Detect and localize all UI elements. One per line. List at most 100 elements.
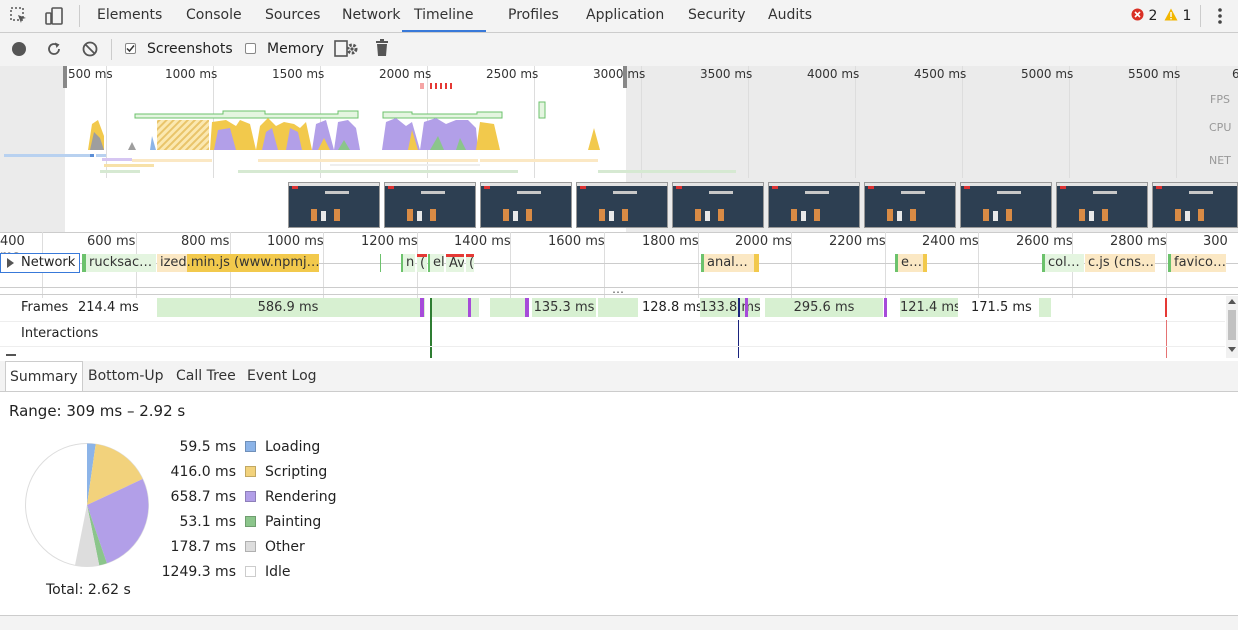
network-request[interactable]: rucksac…: [82, 254, 156, 272]
warning-icon: [1164, 8, 1178, 21]
trash-icon[interactable]: [375, 39, 389, 57]
tab-application[interactable]: Application: [586, 0, 664, 31]
network-request[interactable]: col…: [1042, 254, 1084, 272]
tab-summary[interactable]: Summary: [5, 361, 83, 391]
detail-tick: 800 ms: [181, 234, 230, 249]
frame-duration[interactable]: 214.4 ms: [78, 300, 139, 315]
expand-triangle-icon[interactable]: [7, 258, 14, 268]
tab-elements[interactable]: Elements: [97, 0, 162, 31]
screenshot-thumbnail[interactable]: [960, 182, 1052, 228]
screenshots-label: Screenshots: [147, 41, 233, 57]
frame-bar[interactable]: 135.3 ms: [532, 298, 596, 317]
frame-duration[interactable]: 171.5 ms: [971, 300, 1032, 315]
legend-swatch: [245, 441, 256, 452]
frame-bar[interactable]: 586.9 ms: [157, 298, 419, 317]
frame-bar[interactable]: 121.4 ms: [900, 298, 958, 317]
network-request[interactable]: n: [401, 254, 415, 272]
screenshots-checkbox[interactable]: [125, 43, 136, 54]
legend-row-rendering: 658.7 ms Rendering: [170, 489, 337, 505]
legend-swatch: [245, 491, 256, 502]
screenshot-thumbnail[interactable]: [1056, 182, 1148, 228]
detail-tick: 2000 ms: [735, 234, 792, 249]
detail-tick: 300: [1203, 234, 1228, 249]
tab-timeline[interactable]: Timeline: [402, 0, 486, 32]
detail-tick: 1800 ms: [642, 234, 699, 249]
screenshot-thumbnail[interactable]: [672, 182, 764, 228]
screenshot-thumbnail[interactable]: [384, 182, 476, 228]
warning-count[interactable]: 1: [1164, 7, 1191, 25]
screenshot-thumbnail[interactable]: [768, 182, 860, 228]
summary-total: Total: 2.62 s: [46, 582, 131, 598]
tab-event-log[interactable]: Event Log: [247, 361, 317, 391]
legend-row-painting: 53.1 ms Painting: [179, 514, 322, 530]
screenshot-thumbnail[interactable]: [864, 182, 956, 228]
tab-network[interactable]: Network: [342, 0, 400, 31]
network-request[interactable]: (: [417, 254, 427, 272]
tab-audits[interactable]: Audits: [768, 0, 812, 31]
screenshot-thumbnail[interactable]: [288, 182, 380, 228]
error-count[interactable]: 2: [1131, 7, 1157, 25]
screenshot-thumbnail[interactable]: [480, 182, 572, 228]
legend-row-loading: 59.5 ms Loading: [179, 439, 321, 455]
tab-bottom-up[interactable]: Bottom-Up: [88, 361, 164, 391]
screenshot-thumbnail[interactable]: [576, 182, 668, 228]
network-request[interactable]: favico…: [1168, 254, 1226, 272]
inspect-element-icon[interactable]: [10, 7, 28, 25]
legend-row-scripting: 416.0 ms Scripting: [170, 464, 328, 480]
tab-call-tree[interactable]: Call Tree: [176, 361, 236, 391]
network-request[interactable]: anal…: [701, 254, 759, 272]
tab-security[interactable]: Security: [688, 0, 746, 31]
frame-bar[interactable]: 295.6 ms: [765, 298, 883, 317]
summary-pie-chart: [25, 443, 149, 567]
memory-label: Memory: [267, 41, 324, 57]
detail-tick: 1200 ms: [361, 234, 418, 249]
detail-tick: 1000 ms: [267, 234, 324, 249]
tab-sources[interactable]: Sources: [265, 0, 320, 31]
bottom-status-bar: [0, 615, 1238, 630]
error-icon: [1131, 8, 1144, 21]
legend-swatch: [245, 516, 256, 527]
network-request[interactable]: Av: [446, 254, 464, 272]
timeline-overview[interactable]: 500 ms 1000 ms 1500 ms 2000 ms 2500 ms 3…: [0, 66, 1238, 232]
overview-activity-graph: [4, 83, 736, 173]
tab-profiles[interactable]: Profiles: [508, 0, 559, 31]
scroll-up-icon[interactable]: [1228, 299, 1236, 304]
detail-tick: 600 ms: [87, 234, 136, 249]
scroll-thumb[interactable]: [1228, 310, 1236, 340]
detail-tick: 2400 ms: [922, 234, 979, 249]
frame-duration[interactable]: 128.8 ms: [642, 300, 703, 315]
record-icon[interactable]: [12, 42, 26, 56]
network-track-label: Network: [21, 255, 76, 270]
timeline-toolbar: Screenshots Memory: [0, 33, 1238, 67]
network-request[interactable]: el: [428, 254, 444, 272]
capture-settings-icon[interactable]: [334, 39, 360, 59]
clear-icon[interactable]: [82, 41, 98, 57]
scroll-down-icon[interactable]: [1228, 347, 1236, 352]
detail-scrollbar[interactable]: [1226, 296, 1238, 358]
network-request[interactable]: c.js (cns…: [1085, 254, 1155, 272]
tab-console[interactable]: Console: [186, 0, 242, 31]
detail-tick: 1600 ms: [548, 234, 605, 249]
network-request[interactable]: (: [466, 254, 474, 272]
detail-tick: 1400 ms: [454, 234, 511, 249]
detail-tick: 2600 ms: [1016, 234, 1073, 249]
network-track-header[interactable]: Network: [0, 253, 80, 273]
network-request[interactable]: ized.min.js (www.npmj…: [157, 254, 319, 272]
screenshot-thumbnail[interactable]: [1152, 182, 1238, 228]
legend-row-other: 178.7 ms Other: [170, 539, 305, 555]
timeline-detail[interactable]: 400 ms 600 ms 800 ms 1000 ms 1200 ms 140…: [0, 232, 1238, 357]
legend-swatch: [245, 466, 256, 477]
device-toolbar-icon[interactable]: [44, 6, 64, 26]
devtools-tab-bar: Elements Console Sources Network Timelin…: [0, 0, 1238, 33]
more-options-icon[interactable]: [1216, 7, 1224, 25]
summary-range: Range: 309 ms – 2.92 s: [9, 402, 186, 420]
reload-icon[interactable]: [46, 41, 62, 57]
frames-track-label: Frames: [21, 300, 69, 315]
memory-checkbox[interactable]: [245, 43, 256, 54]
legend-row-idle: 1249.3 ms Idle: [161, 564, 291, 580]
detail-tick: 2800 ms: [1110, 234, 1167, 249]
legend-swatch: [245, 566, 256, 577]
frame-bar[interactable]: 133.8 ms: [700, 298, 760, 317]
legend-swatch: [245, 541, 256, 552]
details-tab-bar: Summary Bottom-Up Call Tree Event Log: [0, 361, 1238, 392]
